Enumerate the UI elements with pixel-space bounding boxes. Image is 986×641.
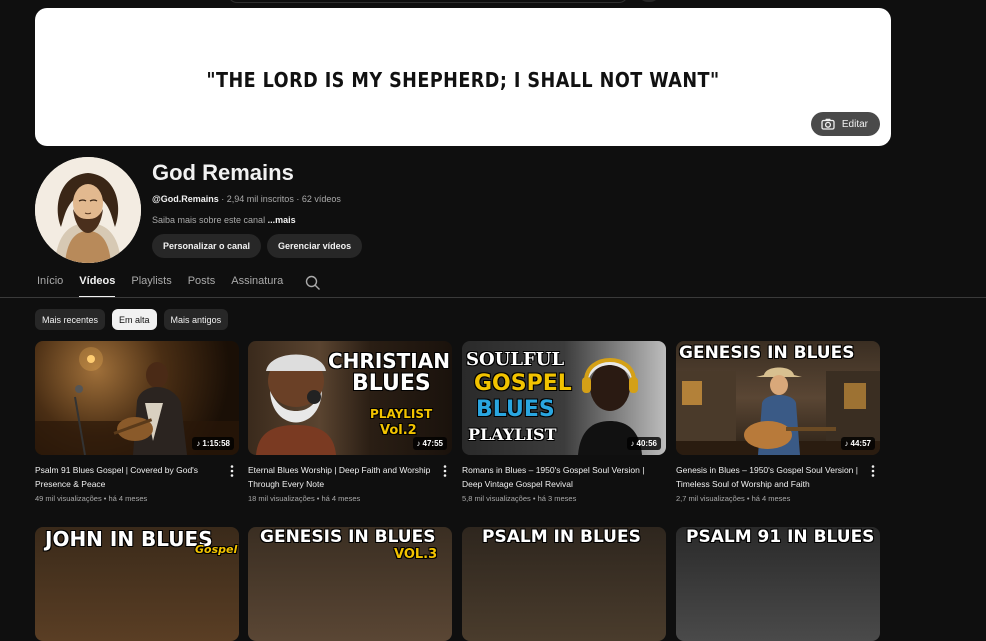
tab-playlists[interactable]: Playlists [131, 270, 171, 297]
video-thumbnail[interactable]: ♪ 1:15:58 [35, 341, 239, 455]
video-thumbnail[interactable]: PSALM 91 IN BLUES [676, 527, 880, 641]
video-card: JOHN IN BLUES Gospel [35, 527, 239, 641]
tab-home[interactable]: Início [37, 270, 63, 297]
customize-channel-button[interactable]: Personalizar o canal [152, 234, 262, 258]
camera-icon [821, 118, 835, 130]
video-card: PSALM IN BLUES [462, 527, 666, 641]
channel-handle: @God.Remains [152, 194, 219, 204]
video-meta: 2,7 mil visualizações • há 4 meses [676, 494, 791, 503]
thumbnail-text: SOULFUL [466, 349, 565, 370]
video-title[interactable]: Eternal Blues Worship | Deep Faith and W… [248, 463, 434, 491]
chip-latest[interactable]: Mais recentes [35, 309, 106, 330]
channel-stats: · 2,94 mil inscritos · 62 vídeos [218, 194, 341, 204]
video-card: CHRISTIAN BLUES PLAYLIST Vol.2 ♪ 47:55 Et… [248, 341, 452, 503]
music-note-icon: ♪ [844, 439, 849, 448]
edit-banner-label: Editar [841, 118, 868, 130]
thumbnail-text: VOL.3 [394, 547, 438, 562]
video-card: SOULFUL GOSPEL BLUES PLAYLIST ♪ 40:56 Rom… [462, 341, 666, 503]
channel-about-text: Saiba mais sobre este canal [152, 215, 268, 225]
music-note-icon: ♪ [416, 439, 421, 448]
thumbnail-text: PLAYLIST [468, 425, 557, 444]
jesus-portrait-icon [35, 157, 141, 263]
channel-meta: @God.Remains · 2,94 mil inscritos · 62 v… [152, 194, 341, 204]
channel-tabs: Início Vídeos Playlists Posts Assinatura [37, 270, 321, 298]
thumbnail-text: CHRISTIAN [328, 349, 450, 373]
thumbnail-text: PLAYLIST [370, 407, 433, 421]
more-vert-icon[interactable] [440, 464, 450, 478]
video-thumbnail[interactable]: PSALM IN BLUES [462, 527, 666, 641]
thumbnail-text: PSALM 91 IN BLUES [686, 527, 875, 547]
video-title[interactable]: Genesis in Blues – 1950's Gospel Soul Ve… [676, 463, 862, 491]
video-card: PSALM 91 IN BLUES [676, 527, 880, 641]
thumbnail-text: BLUES [476, 397, 555, 422]
thumbnail-text: Vol.2 [380, 423, 417, 438]
video-thumbnail[interactable]: GENESIS IN BLUES ♪ 44:57 [676, 341, 880, 455]
chip-oldest[interactable]: Mais antigos [163, 309, 229, 330]
banner-quote: "THE LORD IS MY SHEPHERD; I SHALL NOT WA… [206, 68, 720, 92]
video-duration: ♪ 47:55 [412, 437, 447, 450]
video-card: ♪ 1:15:58 Psalm 91 Blues Gospel | Covered… [35, 341, 239, 503]
video-duration: ♪ 1:15:58 [192, 437, 234, 450]
thumbnail-text: Gospel [195, 543, 238, 556]
channel-actions: Personalizar o canal Gerenciar vídeos [152, 234, 363, 258]
video-meta: 18 mil visualizações • há 4 meses [248, 494, 361, 503]
voice-search-button[interactable] [638, 0, 660, 2]
chip-popular[interactable]: Em alta [112, 309, 157, 330]
thumbnail-text: GENESIS IN BLUES [679, 343, 855, 363]
video-thumbnail[interactable]: JOHN IN BLUES Gospel [35, 527, 239, 641]
sort-chips: Mais recentes Em alta Mais antigos [35, 309, 229, 330]
search-box-edge[interactable] [228, 0, 628, 3]
thumbnail-text: GOSPEL [474, 371, 572, 396]
video-meta: 49 mil visualizações • há 4 meses [35, 494, 148, 503]
music-note-icon: ♪ [196, 439, 201, 448]
more-vert-icon[interactable] [227, 464, 237, 478]
video-thumbnail[interactable]: CHRISTIAN BLUES PLAYLIST Vol.2 ♪ 47:55 [248, 341, 452, 455]
video-duration: ♪ 40:56 [626, 437, 661, 450]
video-card: GENESIS IN BLUES ♪ 44:57 Genesis in Blues… [676, 341, 880, 503]
thumbnail-text: BLUES [352, 371, 431, 396]
video-meta: 5,8 mil visualizações • há 3 meses [462, 494, 577, 503]
thumbnail-text: PSALM IN BLUES [482, 527, 641, 547]
tabs-divider [0, 297, 986, 298]
masthead-remnant [0, 0, 986, 8]
video-title[interactable]: Romans in Blues – 1950's Gospel Soul Ver… [462, 463, 648, 491]
manage-videos-button[interactable]: Gerenciar vídeos [267, 234, 363, 258]
video-thumbnail[interactable]: GENESIS IN BLUES VOL.3 [248, 527, 452, 641]
thumbnail-text: JOHN IN BLUES [45, 527, 213, 551]
video-title[interactable]: Psalm 91 Blues Gospel | Covered by God's… [35, 463, 221, 491]
video-duration: ♪ 44:57 [840, 437, 875, 450]
channel-about-more[interactable]: ...mais [268, 215, 296, 225]
search-icon[interactable] [305, 275, 321, 291]
tab-videos[interactable]: Vídeos [79, 270, 116, 298]
channel-banner: "THE LORD IS MY SHEPHERD; I SHALL NOT WA… [35, 8, 891, 146]
music-note-icon: ♪ [630, 439, 635, 448]
tab-membership[interactable]: Assinatura [231, 270, 283, 297]
video-thumbnail[interactable]: SOULFUL GOSPEL BLUES PLAYLIST ♪ 40:56 [462, 341, 666, 455]
video-card: GENESIS IN BLUES VOL.3 [248, 527, 452, 641]
channel-avatar[interactable] [35, 157, 141, 263]
thumbnail-text: GENESIS IN BLUES [260, 527, 436, 547]
edit-banner-button[interactable]: Editar [810, 112, 880, 136]
channel-about[interactable]: Saiba mais sobre este canal ...mais [152, 215, 296, 225]
more-vert-icon[interactable] [868, 464, 878, 478]
channel-name: God Remains [152, 160, 294, 185]
tab-posts[interactable]: Posts [188, 270, 216, 297]
